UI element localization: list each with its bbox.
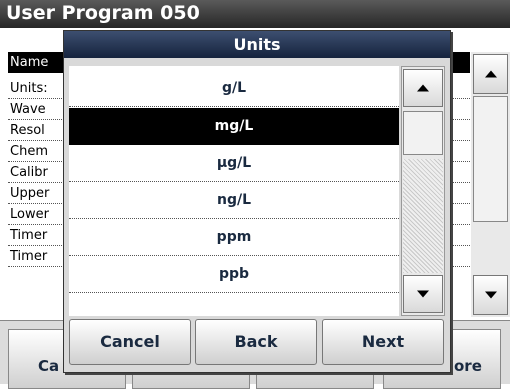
arrow-up-icon bbox=[484, 70, 497, 78]
units-dialog: Units g/L mg/L µg/L ng/L ppm ppb Cancel … bbox=[63, 30, 451, 373]
dialog-scroll-thumb[interactable] bbox=[403, 111, 443, 155]
arrow-up-icon bbox=[417, 84, 429, 92]
window-titlebar: User Program 050 bbox=[0, 0, 510, 28]
background-scroll-down-button[interactable] bbox=[473, 275, 508, 315]
next-button[interactable]: Next bbox=[322, 319, 444, 365]
dialog-scroll-track[interactable] bbox=[403, 159, 443, 273]
arrow-down-icon bbox=[484, 291, 497, 299]
background-scroll-up-button[interactable] bbox=[473, 54, 508, 94]
cancel-button[interactable]: Cancel bbox=[69, 319, 191, 365]
back-button[interactable]: Back bbox=[195, 319, 317, 365]
dialog-scroll-up-button[interactable] bbox=[403, 69, 443, 107]
units-list: g/L mg/L µg/L ng/L ppm ppb bbox=[69, 66, 399, 316]
dialog-title: Units bbox=[64, 31, 450, 58]
dialog-scroll-down-button[interactable] bbox=[403, 275, 443, 313]
unit-option-ug-l[interactable]: µg/L bbox=[69, 145, 399, 182]
screen: User Program 050 Name Units: Wave Resol … bbox=[0, 0, 510, 389]
background-scrollbar[interactable] bbox=[471, 52, 510, 317]
unit-option-g-l[interactable]: g/L bbox=[69, 70, 399, 107]
unit-option-ppb[interactable]: ppb bbox=[69, 256, 399, 293]
unit-option-ppm[interactable]: ppm bbox=[69, 219, 399, 256]
unit-option-mg-l[interactable]: mg/L bbox=[69, 108, 399, 145]
background-more-label: ore bbox=[454, 357, 482, 375]
unit-option-ng-l[interactable]: ng/L bbox=[69, 182, 399, 219]
arrow-down-icon bbox=[417, 290, 429, 298]
background-cancel-label: Ca bbox=[38, 357, 60, 375]
background-scroll-thumb[interactable] bbox=[473, 96, 508, 222]
dialog-scrollbar[interactable] bbox=[401, 66, 445, 316]
window-title: User Program 050 bbox=[6, 2, 200, 24]
